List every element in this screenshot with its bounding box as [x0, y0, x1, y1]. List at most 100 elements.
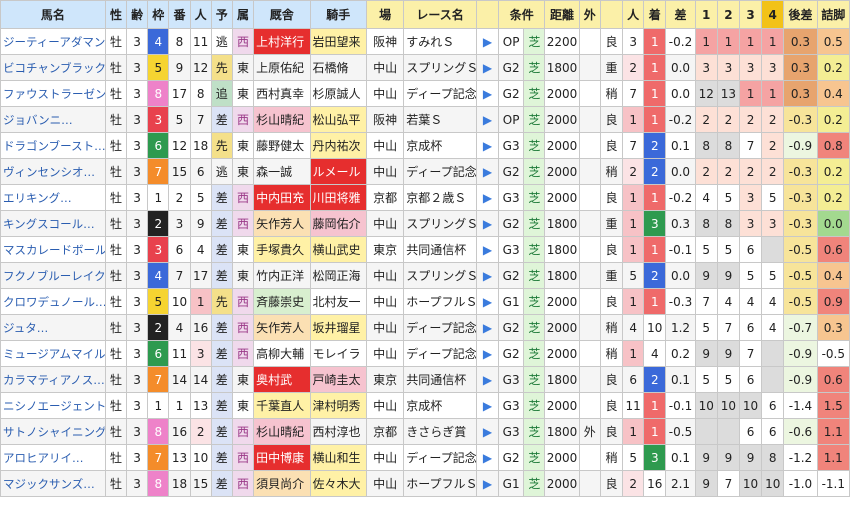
table-row[interactable]: ドラゴンブースト… 牡 3 6 12 18 先東藤野健太 丹内祐次 中山 京成杯 ▶ G3 芝 2000 良…: [0, 132, 850, 159]
race-link-icon-cell[interactable]: ▶: [475, 288, 500, 315]
table-row[interactable]: フクノブルーレイク…牡34717差東竹内正洋松岡正海中山スプリングＳ▶G2芝18…: [0, 262, 850, 289]
table-row[interactable]: ミュージアムマイル…牡36113差西高柳大輔モレイラ中山ディープ記念▶G2芝20…: [0, 340, 850, 367]
col-popularity[interactable]: 人: [189, 0, 212, 29]
table-row[interactable]: カラマティアノス… 牡 3 7 14 14 差東奥村武 戸崎圭太 東京 共同通信杯 ▶ G3 芝 1800…: [0, 366, 850, 393]
race-link-icon-cell[interactable]: ▶: [475, 132, 500, 159]
col-number[interactable]: 番: [168, 0, 191, 29]
horse-name-cell[interactable]: ヴィンセンシオ…: [0, 158, 106, 185]
col-age[interactable]: 齢: [126, 0, 149, 29]
horse-name-cell[interactable]: フクノブルーレイク…: [0, 262, 106, 289]
table-row[interactable]: ビコチャンブラック…牡35912先東上原佑紀石橋脩中山スプリングＳ▶G2芝180…: [0, 54, 850, 81]
race-link-icon-cell[interactable]: ▶: [475, 262, 500, 289]
race-link-icon-cell[interactable]: ▶: [475, 158, 500, 185]
col-corner4[interactable]: 4: [761, 0, 785, 29]
col-closing[interactable]: 詰脚: [816, 0, 850, 29]
race-link-icon-cell[interactable]: ▶: [475, 340, 500, 367]
outside-cell: [578, 288, 601, 315]
horse-name-cell[interactable]: エリキング…: [0, 184, 106, 211]
race-link-icon-cell[interactable]: ▶: [475, 444, 500, 471]
race-link-icon-cell[interactable]: ▶: [475, 314, 500, 341]
race-link-icon-cell[interactable]: ▶: [475, 28, 500, 55]
horse-name-cell[interactable]: マジックサンズ…: [0, 470, 106, 497]
race-link-icon-cell[interactable]: ▶: [475, 210, 500, 237]
track-condition-cell: 良: [599, 392, 624, 419]
horse-name-cell[interactable]: ファウストラーゼン…: [0, 80, 106, 107]
race-name-cell[interactable]: ディープ記念: [403, 444, 477, 471]
col-jockey[interactable]: 騎手: [309, 0, 367, 29]
race-name-cell[interactable]: 京成杯: [403, 392, 477, 419]
horse-name-cell[interactable]: サトノシャイニング…: [0, 418, 106, 445]
table-row[interactable]: エリキング… 牡 3 1 2 5 差西中内田充 川田将雅 京都 京都２歳Ｓ ▶ G3 芝 2000 良 1 1-…: [0, 184, 850, 211]
col-margin[interactable]: 差: [665, 0, 696, 29]
col-condition[interactable]: 条件: [498, 0, 546, 29]
race-name-cell[interactable]: 京成杯: [403, 132, 477, 159]
race-name-cell[interactable]: スプリングＳ: [403, 262, 477, 289]
race-link-icon-cell[interactable]: ▶: [475, 184, 500, 211]
race-name-cell[interactable]: きさらぎ賞: [403, 418, 477, 445]
col-late-margin[interactable]: 後差: [783, 0, 818, 29]
col-popularity2[interactable]: 人: [622, 0, 645, 29]
col-race-name[interactable]: レース名: [403, 0, 477, 29]
horse-name-cell[interactable]: ビコチャンブラック…: [0, 54, 106, 81]
race-name-cell[interactable]: ディープ記念: [403, 80, 477, 107]
race-link-icon-cell[interactable]: ▶: [475, 470, 500, 497]
col-place[interactable]: 場: [365, 0, 405, 29]
race-link-icon-cell[interactable]: ▶: [475, 54, 500, 81]
col-outside[interactable]: 外: [578, 0, 601, 29]
race-link-icon-cell[interactable]: ▶: [475, 80, 500, 107]
table-row[interactable]: ヴィンセンシオ… 牡 3 7 15 6 逃東森一誠 ルメール 中山 ディープ記念 ▶ G2 芝 2000 稍…: [0, 158, 850, 185]
horse-name-cell[interactable]: ジョバンニ…: [0, 106, 106, 133]
race-name-cell[interactable]: 若葉Ｓ: [403, 106, 477, 133]
table-row[interactable]: ニシノエージェント…牡31113差東千葉直人津村明秀中山京成杯▶G3芝2000良…: [0, 392, 850, 419]
jockey-cell: 岩田望来: [309, 28, 367, 55]
race-link-icon-cell[interactable]: ▶: [475, 366, 500, 393]
col-corner1[interactable]: 1: [694, 0, 718, 29]
race-name-cell[interactable]: ディープ記念: [403, 340, 477, 367]
race-name-cell[interactable]: ホープフルＳ: [403, 288, 477, 315]
race-name-cell[interactable]: スプリングＳ: [403, 210, 477, 237]
horse-name-cell[interactable]: クロワデュノール…: [0, 288, 106, 315]
horse-name-cell[interactable]: アロヒアリイ…: [0, 444, 106, 471]
horse-name-cell[interactable]: ミュージアムマイル…: [0, 340, 106, 367]
number-cell: 15: [168, 158, 191, 185]
race-name-cell[interactable]: 共同通信杯: [403, 366, 477, 393]
col-trainer[interactable]: 厩舎: [253, 0, 311, 29]
horse-name-cell[interactable]: ジュタ…: [0, 314, 106, 341]
table-row[interactable]: マジックサンズ… 牡 3 8 18 15 差西須貝尚介 佐々木大 中山 ホープフルＳ ▶ G1 芝 200…: [0, 470, 850, 497]
horse-name-cell[interactable]: ジーティーアダマン…: [0, 28, 106, 55]
table-row[interactable]: ジョバンニ… 牡 3 3 5 7 差西杉山晴紀 松山弘平 阪神 若葉Ｓ ▶ OP 芝 2000 良 1 1 -0.…: [0, 106, 850, 133]
race-name-cell[interactable]: ディープ記念: [403, 314, 477, 341]
table-row[interactable]: サトノシャイニング…牡38162差西杉山晴紀西村淳也京都きさらぎ賞▶G3芝180…: [0, 418, 850, 445]
race-name-cell[interactable]: すみれＳ: [403, 28, 477, 55]
col-prediction[interactable]: 予: [210, 0, 233, 29]
horse-name-cell[interactable]: カラマティアノス…: [0, 366, 106, 393]
race-name-cell[interactable]: 共同通信杯: [403, 236, 477, 263]
col-finish[interactable]: 着: [643, 0, 667, 29]
col-distance[interactable]: 距離: [544, 0, 580, 29]
horse-name-cell[interactable]: ニシノエージェント…: [0, 392, 106, 419]
race-link-icon-cell[interactable]: ▶: [475, 236, 500, 263]
table-row[interactable]: ファウストラーゼン…牡38178追東西村真幸杉原誠人中山ディープ記念▶G2芝20…: [0, 80, 850, 107]
table-row[interactable]: アロヒアリイ… 牡 3 7 13 10 差西田中博康 横山和生 中山 ディープ記念 ▶ G2 芝 2000…: [0, 444, 850, 471]
col-waku[interactable]: 枠: [147, 0, 170, 29]
table-row[interactable]: キングスコール… 牡 3 2 3 9 差西矢作芳人 藤岡佑介 中山 スプリングＳ ▶ G2 芝 1800 重…: [0, 210, 850, 237]
race-link-icon-cell[interactable]: ▶: [475, 392, 500, 419]
col-sex[interactable]: 性: [104, 0, 128, 29]
table-row[interactable]: ジュタ… 牡 3 2 4 16 差西矢作芳人 坂井瑠星 中山 ディープ記念 ▶ G2 芝 2000 稍 4 10…: [0, 314, 850, 341]
race-name-cell[interactable]: ディープ記念: [403, 158, 477, 185]
horse-name-cell[interactable]: マスカレードボール…: [0, 236, 106, 263]
horse-name-cell[interactable]: ドラゴンブースト…: [0, 132, 106, 159]
col-affiliation[interactable]: 属: [231, 0, 255, 29]
table-row[interactable]: クロワデュノール… 牡 3 5 10 1 先西斉藤崇史 北村友一 中山 ホープフルＳ ▶ G1 芝 200…: [0, 288, 850, 315]
race-name-cell[interactable]: ホープフルＳ: [403, 470, 477, 497]
col-corner2[interactable]: 2: [716, 0, 740, 29]
col-horse-name[interactable]: 馬名: [0, 0, 106, 29]
table-row[interactable]: ジーティーアダマン…牡34811逃西上村洋行岩田望来阪神すみれＳ▶OP芝2200…: [0, 28, 850, 55]
race-name-cell[interactable]: スプリングＳ: [403, 54, 477, 81]
table-row[interactable]: マスカレードボール…牡3364差東手塚貴久横山武史東京共同通信杯▶G3芝1800…: [0, 236, 850, 263]
race-link-icon-cell[interactable]: ▶: [475, 418, 500, 445]
race-name-cell[interactable]: 京都２歳Ｓ: [403, 184, 477, 211]
horse-name-cell[interactable]: キングスコール…: [0, 210, 106, 237]
race-link-icon-cell[interactable]: ▶: [475, 106, 500, 133]
col-corner3[interactable]: 3: [738, 0, 763, 29]
